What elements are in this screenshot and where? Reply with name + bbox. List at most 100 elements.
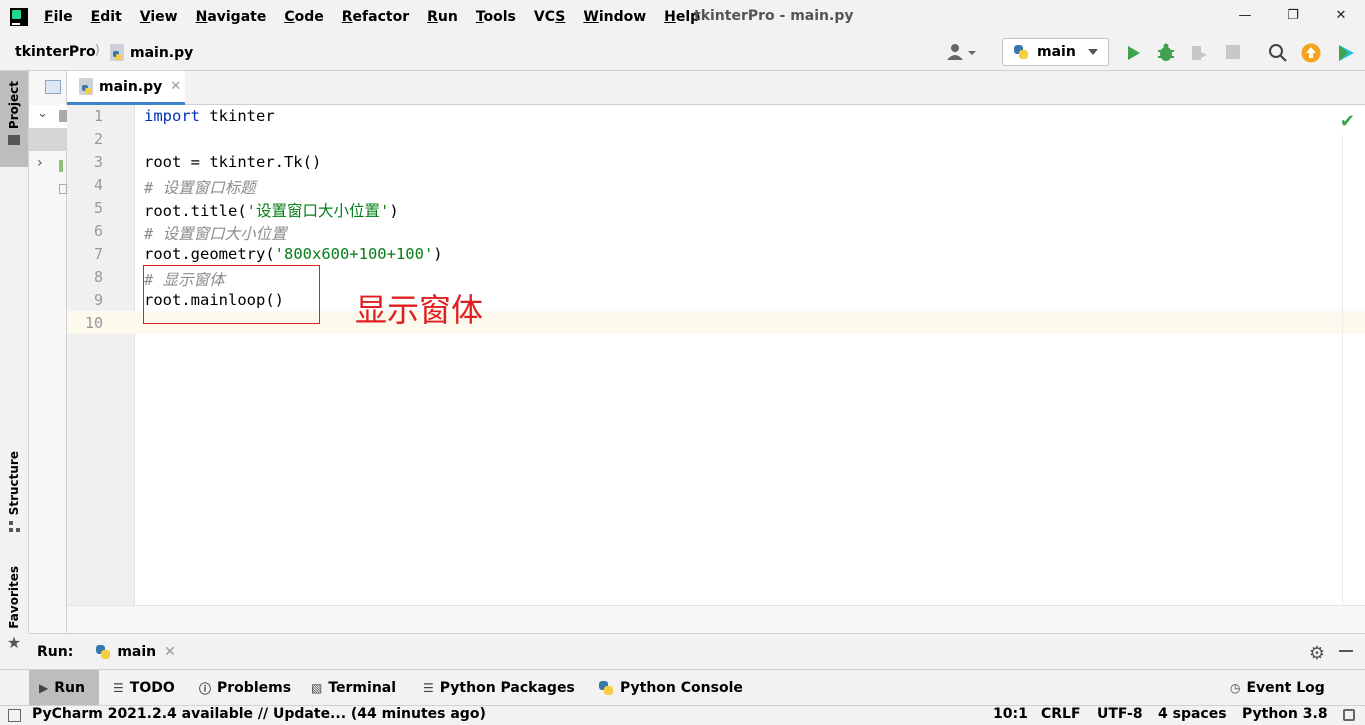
status-message[interactable]: PyCharm 2021.2.4 available // Update... … bbox=[32, 706, 486, 722]
code-line[interactable]: root.geometry('800x600+100+100') bbox=[144, 245, 443, 263]
minimize-panel-icon[interactable] bbox=[1339, 650, 1353, 652]
project-tree-external-libraries[interactable]: › bbox=[29, 155, 67, 178]
code-line[interactable]: # 设置窗口大小位置 bbox=[144, 222, 287, 244]
line-number: 4 bbox=[93, 176, 103, 194]
line-number: 6 bbox=[93, 222, 103, 240]
restore-window-button[interactable]: ❐ bbox=[1269, 0, 1317, 30]
run-tool-button[interactable]: ▶ Run bbox=[29, 670, 99, 706]
terminal-tool-button[interactable]: ▧ Terminal bbox=[301, 670, 406, 706]
python-icon bbox=[95, 644, 111, 660]
project-tool-label: Project bbox=[7, 81, 21, 130]
lock-icon[interactable] bbox=[1343, 709, 1355, 721]
project-tree-selected-row[interactable] bbox=[29, 128, 67, 151]
tab-main-py[interactable]: main.py ✕ bbox=[67, 71, 185, 105]
menu-item-mnemonic: N bbox=[195, 9, 208, 25]
chevron-right-icon: › bbox=[37, 155, 43, 171]
code-token: '设置窗口大小位置' bbox=[246, 202, 390, 220]
code-line[interactable]: # 设置窗口标题 bbox=[144, 176, 256, 198]
favorites-tool-button[interactable]: Favorites ★ bbox=[0, 566, 28, 661]
menu-item-rest: ile bbox=[53, 9, 73, 25]
problems-tool-button[interactable]: ⓘ Problems bbox=[189, 670, 301, 706]
search-icon[interactable] bbox=[1268, 43, 1288, 63]
code-with-me-icon[interactable] bbox=[1336, 43, 1356, 63]
menu-item-rest: indow bbox=[598, 9, 647, 25]
python-file-icon bbox=[79, 78, 93, 95]
tab-label: main.py bbox=[99, 78, 163, 95]
indent-setting[interactable]: 4 spaces bbox=[1158, 706, 1227, 722]
project-tree-scratches[interactable] bbox=[29, 179, 67, 202]
close-window-button[interactable]: ✕ bbox=[1317, 0, 1365, 30]
event-log-tool-label: Event Log bbox=[1246, 680, 1325, 696]
main-menu: File Edit View Navigate Code Refactor Run Tools… bbox=[44, 9, 718, 25]
menu-item[interactable]: Code bbox=[284, 9, 323, 25]
code-editor[interactable]: 1 2 3 4 5 6 7 8 9 10 import tkinter root = tkinter… bbox=[67, 105, 1365, 605]
close-icon[interactable]: ✕ bbox=[170, 79, 181, 94]
editor-bottom-area bbox=[67, 605, 1365, 633]
stop-icon[interactable] bbox=[1226, 45, 1240, 59]
code-line[interactable]: import tkinter bbox=[144, 107, 275, 125]
breadcrumb-project[interactable]: tkinterPro bbox=[15, 44, 96, 60]
menu-item[interactable]: Edit bbox=[91, 9, 122, 25]
project-tool-button[interactable]: Project bbox=[0, 71, 28, 167]
menu-item-mnemonic: F bbox=[44, 9, 54, 25]
run-icon bbox=[1128, 46, 1140, 60]
project-panel: ⌄ › bbox=[29, 71, 67, 633]
menu-item[interactable]: File bbox=[44, 9, 73, 25]
todo-tool-button[interactable]: ☰ TODO bbox=[103, 670, 185, 706]
menu-item[interactable]: Navigate bbox=[196, 9, 267, 25]
menu-item-mnemonic: H bbox=[664, 9, 676, 25]
library-icon bbox=[59, 160, 63, 172]
run-panel-header: Run: main ✕ ⚙ bbox=[29, 633, 1365, 669]
file-encoding[interactable]: UTF-8 bbox=[1097, 706, 1143, 722]
breadcrumb-file[interactable]: main.py bbox=[110, 44, 193, 61]
menu-item-rest: iew bbox=[150, 9, 178, 25]
python-console-tool-button[interactable]: Python Console bbox=[588, 670, 753, 706]
line-number: 10 bbox=[84, 314, 103, 332]
event-log-tool-button[interactable]: ◷ Event Log bbox=[1220, 670, 1335, 706]
close-icon[interactable]: ✕ bbox=[164, 644, 176, 660]
event-log-icon: ◷ bbox=[1230, 681, 1241, 695]
menu-item[interactable]: Window bbox=[583, 9, 646, 25]
code-token: import bbox=[144, 107, 200, 125]
caret-position[interactable]: 10:1 bbox=[993, 706, 1028, 722]
annotation-highlight-box bbox=[143, 265, 320, 324]
update-icon[interactable] bbox=[1301, 43, 1321, 63]
menu-item-mnemonic: R bbox=[427, 9, 438, 25]
menu-item[interactable]: Tools bbox=[476, 9, 516, 25]
menu-item[interactable]: View bbox=[140, 9, 178, 25]
chevron-down-icon: ⌄ bbox=[37, 106, 48, 121]
window-controls: — ❐ ✕ bbox=[1221, 0, 1365, 30]
run-with-coverage-icon[interactable] bbox=[1190, 43, 1210, 63]
structure-tool-label: Structure bbox=[7, 451, 21, 516]
code-token: ) bbox=[389, 202, 399, 220]
python-packages-tool-button[interactable]: ☰ Python Packages bbox=[413, 670, 585, 706]
debug-icon[interactable] bbox=[1156, 43, 1176, 63]
code-line[interactable]: root.title('设置窗口大小位置') bbox=[144, 199, 399, 221]
project-tree-root[interactable]: ⌄ bbox=[29, 105, 67, 128]
user-account-icon[interactable] bbox=[946, 42, 980, 62]
inspection-ok-icon[interactable]: ✔ bbox=[1340, 111, 1355, 132]
toggle-tool-windows-icon[interactable] bbox=[8, 709, 21, 722]
status-bar: PyCharm 2021.2.4 available // Update... … bbox=[0, 705, 1365, 725]
line-number: 7 bbox=[93, 245, 103, 263]
structure-tool-button[interactable]: Structure bbox=[0, 451, 28, 543]
line-number: 3 bbox=[93, 153, 103, 171]
run-icon: ▶ bbox=[39, 681, 49, 695]
line-number: 5 bbox=[93, 199, 103, 217]
gear-icon[interactable]: ⚙ bbox=[1309, 643, 1325, 664]
code-line[interactable]: root = tkinter.Tk() bbox=[144, 153, 321, 171]
menu-item[interactable]: VCS bbox=[534, 9, 565, 25]
run-button[interactable] bbox=[1124, 43, 1144, 63]
line-separator[interactable]: CRLF bbox=[1041, 706, 1081, 722]
python-interpreter[interactable]: Python 3.8 bbox=[1242, 706, 1328, 722]
run-configuration-selector[interactable]: main bbox=[1002, 38, 1109, 66]
tab-list-icon[interactable] bbox=[45, 80, 61, 94]
tool-window-bar: ▶ Run ☰ TODO ⓘ Problems ▧ Terminal ☰ Pyt… bbox=[0, 669, 1365, 706]
menu-item[interactable]: Run bbox=[427, 9, 458, 25]
line-number: 2 bbox=[93, 130, 103, 148]
run-tool-label: Run bbox=[54, 680, 85, 696]
menu-item[interactable]: Refactor bbox=[342, 9, 409, 25]
problems-tool-label: Problems bbox=[217, 680, 292, 696]
minimize-window-button[interactable]: — bbox=[1221, 0, 1269, 30]
run-tab-main[interactable]: main ✕ bbox=[95, 644, 176, 660]
